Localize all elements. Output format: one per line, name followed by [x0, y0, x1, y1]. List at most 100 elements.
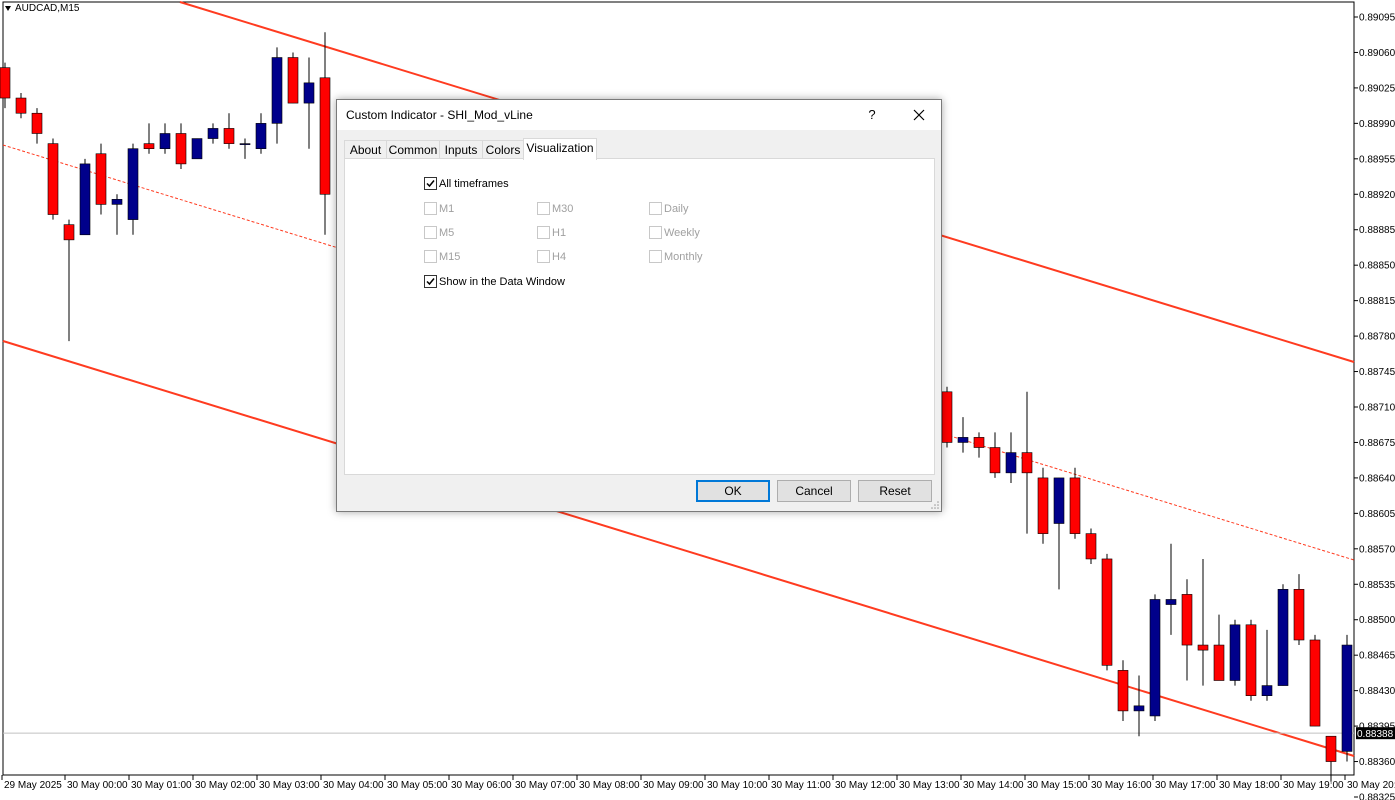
m30-checkbox[interactable]	[537, 202, 550, 215]
time-label: 30 May 13:00	[899, 780, 960, 791]
time-label: 30 May 09:00	[643, 780, 704, 791]
candle-bull	[111, 199, 123, 205]
tab-about[interactable]: About	[344, 140, 387, 159]
price-label: 0.88500	[1359, 615, 1395, 626]
all-timeframes-label: All timeframes	[439, 178, 509, 190]
time-label: 30 May 18:00	[1219, 780, 1280, 791]
candle-bear	[319, 77, 331, 195]
candle-bull	[1261, 685, 1273, 697]
cancel-button[interactable]: Cancel	[777, 480, 851, 502]
time-label: 30 May 15:00	[1027, 780, 1088, 791]
candle-bear	[1213, 644, 1225, 681]
monthly-checkbox[interactable]	[649, 250, 662, 263]
tab-inputs[interactable]: Inputs	[439, 140, 483, 159]
candle-bull	[207, 128, 219, 139]
candle-bear	[1197, 644, 1209, 651]
time-label: 30 May 17:00	[1155, 780, 1216, 791]
price-label: 0.89095	[1359, 13, 1395, 24]
help-button[interactable]: ?	[857, 104, 887, 126]
time-label: 30 May 05:00	[387, 780, 448, 791]
m5-checkbox[interactable]	[424, 226, 437, 239]
price-label: 0.88360	[1359, 757, 1395, 768]
time-label: 30 May 04:00	[323, 780, 384, 791]
candle-bull	[1277, 589, 1289, 686]
candle-bull	[239, 143, 251, 145]
weekly-checkbox[interactable]	[649, 226, 662, 239]
price-label: 0.88850	[1359, 261, 1395, 272]
candle-bear	[1117, 670, 1129, 712]
all-timeframes-checkbox[interactable]	[424, 177, 437, 190]
checkmark-icon	[426, 180, 435, 188]
price-label: 0.88710	[1359, 403, 1395, 414]
price-label: 0.88780	[1359, 332, 1395, 343]
price-label: 0.88955	[1359, 154, 1395, 165]
show-data-window-checkbox[interactable]	[424, 275, 437, 288]
candle-bear	[0, 67, 11, 99]
candle-bull	[303, 82, 315, 104]
m15-label: M15	[439, 251, 461, 263]
candle-bear	[973, 437, 985, 448]
price-label: 0.88325	[1359, 793, 1395, 800]
candle-bear	[1325, 735, 1337, 762]
m15-checkbox[interactable]	[424, 250, 437, 263]
symbol-text: AUDCAD,M15	[15, 3, 80, 14]
price-label: 0.88885	[1359, 225, 1395, 236]
candle-bear	[95, 153, 107, 205]
candle-bear	[1293, 589, 1305, 641]
reset-button[interactable]: Reset	[858, 480, 932, 502]
candle-bull	[191, 138, 203, 160]
time-label: 30 May 01:00	[131, 780, 192, 791]
time-label: 30 May 07:00	[515, 780, 576, 791]
candle-bear	[31, 112, 43, 134]
price-label: 0.89060	[1359, 48, 1395, 59]
tab-visualization[interactable]: Visualization	[523, 138, 597, 160]
candle-bear	[175, 133, 187, 165]
tab-colors[interactable]: Colors	[482, 140, 524, 159]
time-label: 30 May 12:00	[835, 780, 896, 791]
h1-label: H1	[552, 227, 567, 239]
time-label: 30 May 03:00	[259, 780, 320, 791]
dropdown-triangle-icon[interactable]	[5, 5, 11, 11]
time-label: 30 May 02:00	[195, 780, 256, 791]
daily-checkbox[interactable]	[649, 202, 662, 215]
visualization-panel: All timeframes M1 M5 M15 M30 H1 H4 Daily…	[344, 158, 935, 475]
tab-common[interactable]: Common	[386, 140, 440, 159]
candle-bear	[1021, 452, 1033, 474]
candle-bear	[1069, 477, 1081, 534]
m1-checkbox[interactable]	[424, 202, 437, 215]
h1-checkbox[interactable]	[537, 226, 550, 239]
time-label: 30 May 20:	[1347, 780, 1395, 791]
h4-checkbox[interactable]	[537, 250, 550, 263]
time-label: 30 May 19:00	[1283, 780, 1344, 791]
h4-label: H4	[552, 251, 567, 263]
weekly-label: Weekly	[664, 227, 700, 239]
candle-bull	[127, 148, 139, 220]
time-label: 30 May 16:00	[1091, 780, 1152, 791]
candle-bear	[1101, 558, 1113, 666]
candle-bear	[47, 143, 59, 215]
show-data-window-label: Show in the Data Window	[439, 276, 565, 288]
m1-label: M1	[439, 203, 455, 215]
ok-button[interactable]: OK	[696, 480, 770, 502]
checkmark-icon	[426, 278, 435, 286]
price-label: 0.89025	[1359, 83, 1395, 94]
candle-bull	[1341, 644, 1353, 752]
m5-label: M5	[439, 227, 455, 239]
candle-bear	[1309, 639, 1321, 727]
time-label: 30 May 08:00	[579, 780, 640, 791]
price-label: 0.88605	[1359, 509, 1395, 520]
price-label: 0.88535	[1359, 580, 1395, 591]
daily-label: Daily	[664, 203, 689, 215]
resize-grip-icon[interactable]	[931, 501, 939, 509]
chart-symbol-label: AUDCAD,M15	[5, 3, 79, 14]
price-label: 0.88430	[1359, 686, 1395, 697]
dialog-titlebar[interactable]: Custom Indicator - SHI_Mod_vLine ?	[337, 100, 941, 130]
candle-bull	[255, 123, 267, 149]
time-label: 30 May 00:00	[67, 780, 128, 791]
candle-bear	[1245, 624, 1257, 697]
candle-bear	[63, 224, 75, 241]
close-button[interactable]	[897, 100, 941, 130]
candle-bear	[15, 97, 27, 114]
candle-bear	[941, 391, 953, 443]
candle-bear	[287, 57, 299, 104]
